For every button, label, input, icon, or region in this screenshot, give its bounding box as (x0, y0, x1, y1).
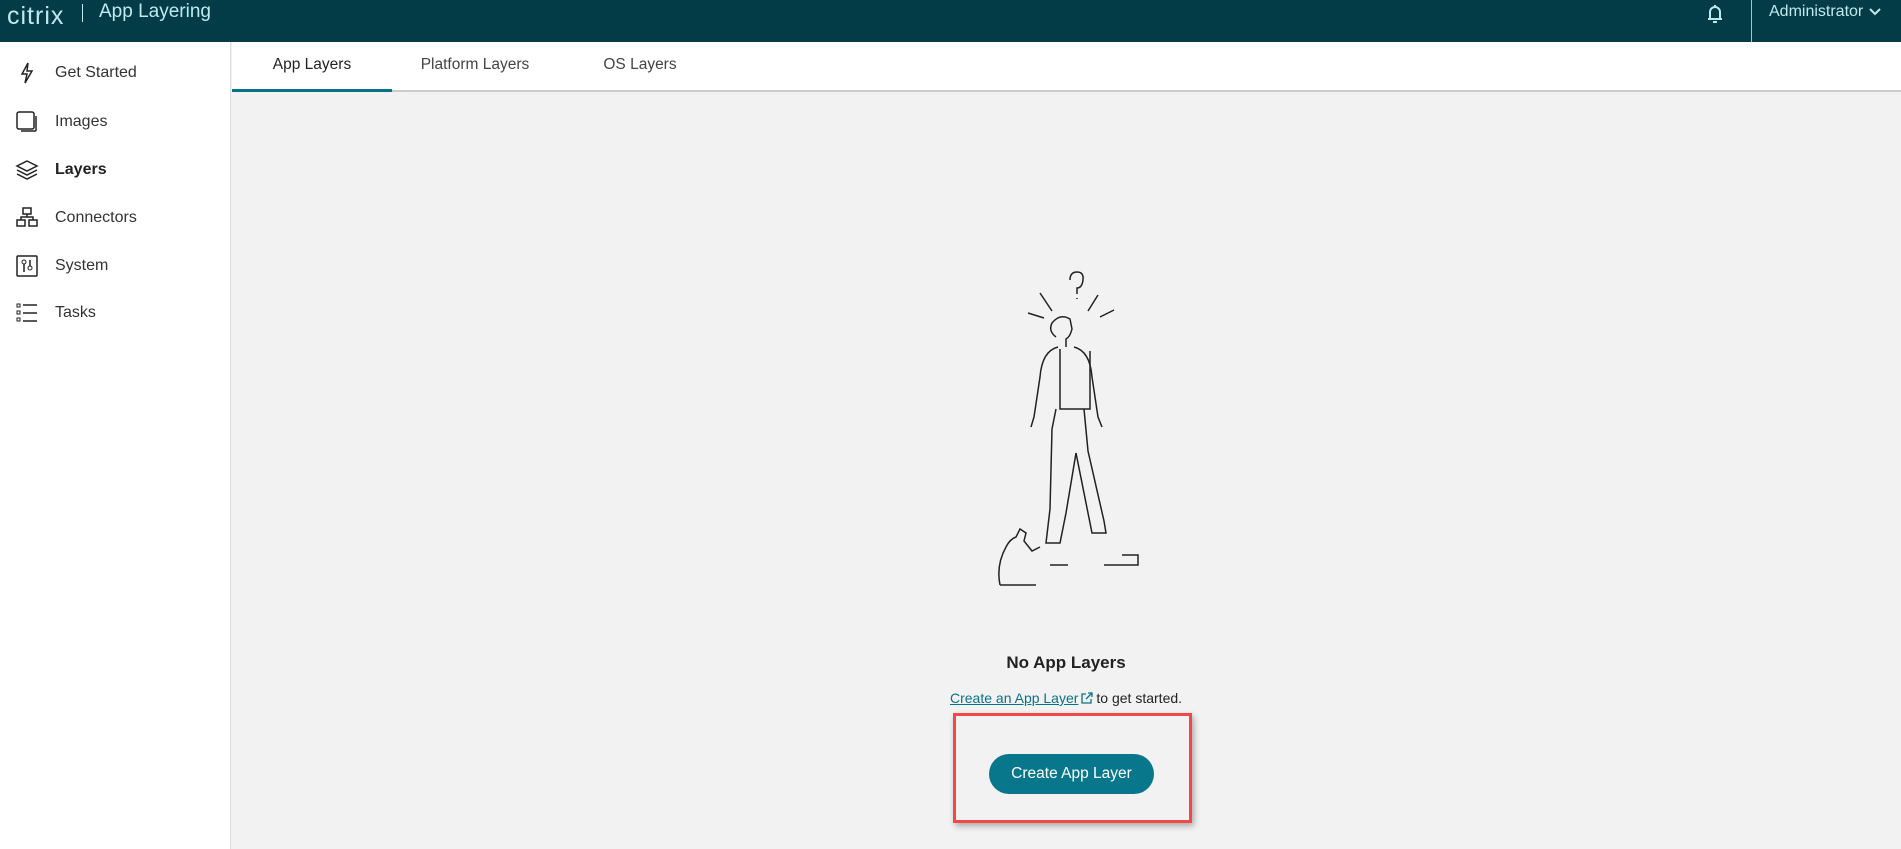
sidebar-item-label: Layers (55, 161, 107, 178)
app-title: App Layering (99, 1, 211, 22)
chevron-down-icon (1869, 8, 1881, 16)
user-name: Administrator (1769, 3, 1864, 20)
empty-state-message: Create an App Layer to get started. (950, 690, 1182, 706)
system-icon (16, 255, 38, 277)
images-icon (16, 111, 37, 132)
user-menu[interactable]: Administrator (1769, 3, 1881, 21)
sidebar-item-label: System (55, 257, 109, 274)
create-app-layer-button[interactable]: Create App Layer (989, 754, 1154, 794)
sidebar-item-layers[interactable]: Layers (0, 150, 230, 190)
tab-app-layers[interactable]: App Layers (232, 42, 392, 92)
empty-state-title: No App Layers (1006, 653, 1126, 672)
connectors-icon (16, 207, 38, 227)
sidebar-item-label: Connectors (55, 209, 137, 226)
layers-icon (15, 160, 39, 180)
sidebar-item-get-started[interactable]: Get Started (0, 53, 230, 93)
external-link-icon (1081, 692, 1094, 704)
sidebar-item-tasks[interactable]: Tasks (0, 293, 230, 333)
create-app-layer-link[interactable]: Create an App Layer (950, 690, 1078, 706)
sidebar: Get Started Images Layers Connectors Sys… (0, 42, 231, 849)
divider (82, 4, 83, 22)
top-bar: citrix App Layering Administrator (0, 0, 1901, 42)
sidebar-item-images[interactable]: Images (0, 102, 230, 142)
tab-platform-layers[interactable]: Platform Layers (408, 42, 542, 92)
citrix-logo[interactable]: citrix (7, 2, 64, 31)
sidebar-item-label: Tasks (55, 304, 96, 321)
tab-os-layers[interactable]: OS Layers (590, 42, 690, 92)
sidebar-item-connectors[interactable]: Connectors (0, 198, 230, 238)
sidebar-item-system[interactable]: System (0, 246, 230, 286)
empty-state-suffix: to get started. (1096, 690, 1183, 706)
sidebar-item-label: Images (55, 113, 108, 130)
bell-icon[interactable] (1705, 3, 1725, 25)
empty-state-illustration (998, 271, 1139, 586)
layer-tabs: App Layers Platform Layers OS Layers (232, 42, 1901, 92)
lightning-icon (20, 62, 34, 84)
tasks-icon (16, 303, 37, 322)
sidebar-item-label: Get Started (55, 64, 137, 81)
divider (1751, 0, 1752, 42)
